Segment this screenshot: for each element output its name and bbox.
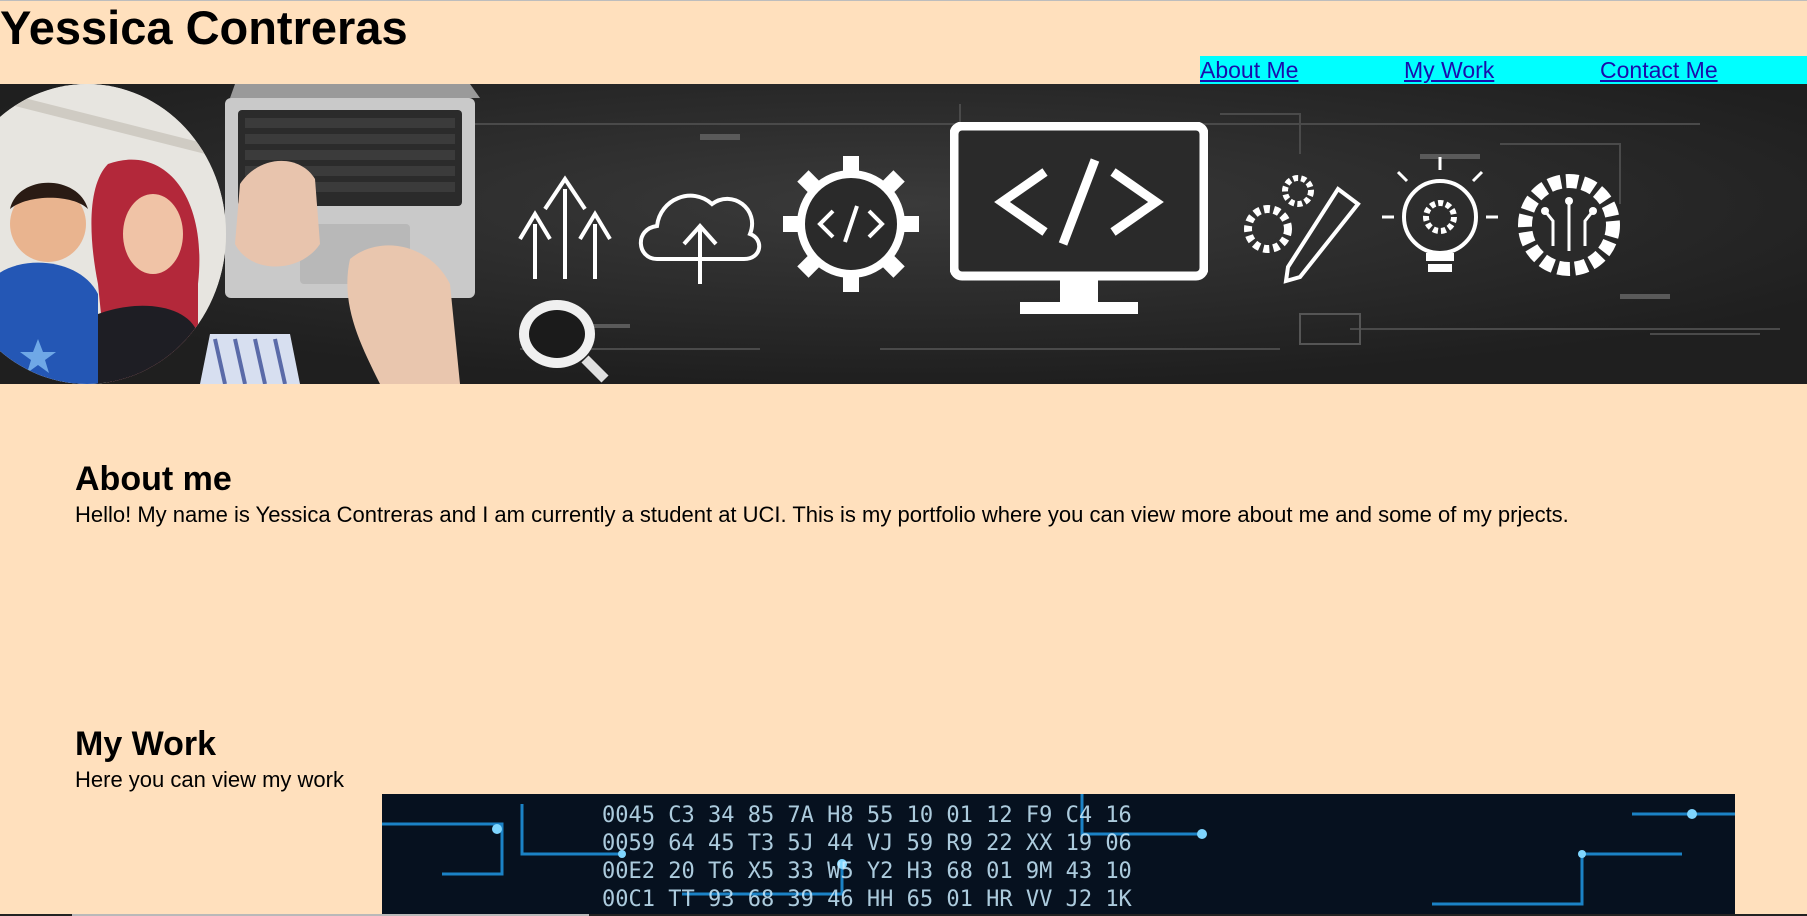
cloud-upload-icon [638,193,761,284]
circuit-gear-icon [1518,174,1620,276]
svg-text:00E2 20 T6 X5 33 W5 Y2 H3 68 0: 00E2 20 T6 X5 33 W5 Y2 H3 68 01 9M 43 10 [602,859,1132,884]
nav-link-about-me[interactable]: About Me [1200,56,1298,84]
work-image-graphic: 0045 C3 34 85 7A H8 55 10 01 12 F9 C4 16… [382,794,1735,916]
about-heading: About me [75,460,232,498]
hero-banner [0,84,1807,384]
nav-link-my-work[interactable]: My Work [1404,56,1494,84]
code-gear-icon [783,156,919,292]
gear-pencil-icon [1244,175,1361,284]
svg-text:00C1 TT 93 68 39 46 HH 65 01 H: 00C1 TT 93 68 39 46 HH 65 01 HR VV J2 1K [602,887,1133,912]
nav-link-contact-me[interactable]: Contact Me [1600,56,1718,84]
lightbulb-gear-icon [1382,157,1498,272]
about-text: Hello! My name is Yessica Contreras and … [75,502,1569,527]
site-title: Yessica Contreras [0,1,408,54]
monitor-code-icon [950,122,1208,314]
upload-arrows-icon [518,175,612,279]
work-image: 0045 C3 34 85 7A H8 55 10 01 12 F9 C4 16… [382,794,1735,916]
svg-text:0059 64 45 T3 5J 44 VJ 59 R9 2: 0059 64 45 T3 5J 44 VJ 59 R9 22 XX 19 06 [602,831,1132,856]
svg-text:0045 C3 34 85 7A H8 55 10 01 1: 0045 C3 34 85 7A H8 55 10 01 12 F9 C4 16 [602,803,1132,828]
top-nav: About Me My Work Contact Me [1200,56,1807,84]
work-text: Here you can view my work [75,767,344,792]
work-heading: My Work [75,725,217,763]
